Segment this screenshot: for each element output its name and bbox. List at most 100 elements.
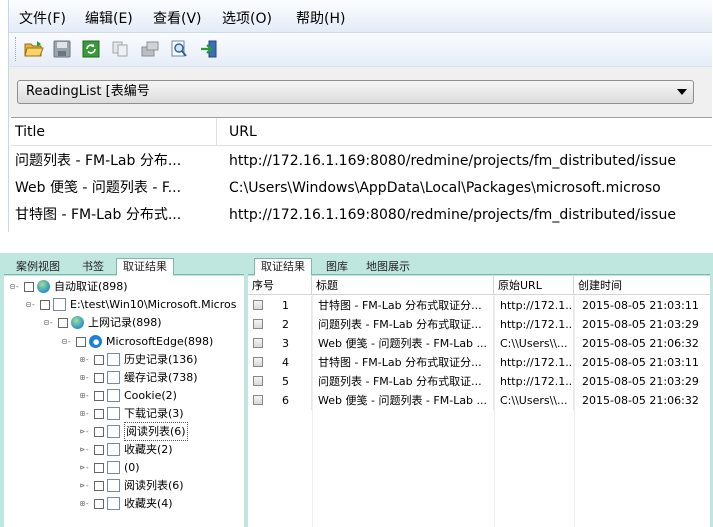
exit-button[interactable]	[198, 38, 220, 60]
collapse-icon[interactable]: ⊟-	[62, 333, 76, 350]
refresh-button[interactable]	[80, 38, 102, 60]
node-checkbox[interactable]	[24, 281, 34, 292]
row-url: C:\Users\Windows\AppData\Local\Packages\…	[229, 180, 661, 196]
expand-icon[interactable]: ⊞-	[80, 495, 94, 512]
table-row[interactable]: 1 甘特图 - FM-Lab 分布式取证分... http://172.1...…	[248, 296, 710, 315]
tree-node-downloads[interactable]: ⊞- 下载记录(3)	[80, 405, 184, 422]
results-grid-header: 序号 标题 原始URL 创建时间	[248, 276, 710, 295]
file-icon	[107, 371, 120, 384]
tree-node-label: 缓存记录(738)	[124, 371, 198, 384]
column-header-created-time[interactable]: 创建时间	[574, 276, 710, 295]
node-checkbox[interactable]	[40, 299, 50, 310]
tree-node-auto-forensics[interactable]: ⊟- 自动取证(898)	[10, 278, 128, 295]
globe-icon	[37, 280, 50, 293]
table-row[interactable]: 2 问题列表 - FM-Lab 分布式取证... http://172.1...…	[248, 315, 710, 334]
column-header-title[interactable]: Title	[11, 118, 217, 146]
tree-node-empty[interactable]: ⊳- (0)	[80, 459, 140, 476]
search-doc-button[interactable]	[168, 38, 190, 60]
tree-node-cookie[interactable]: ⊞- Cookie(2)	[80, 387, 177, 404]
row-checkbox[interactable]	[253, 300, 263, 310]
node-checkbox[interactable]	[94, 390, 104, 401]
table-row[interactable]: 5 问题列表 - FM-Lab 分布式取证... http://172.1...…	[248, 372, 710, 391]
collapse-icon[interactable]: ⊟-	[26, 296, 40, 313]
menu-options[interactable]: 选项(O)	[222, 9, 272, 29]
open-folder-button[interactable]	[23, 38, 45, 60]
expand-icon[interactable]: ⊞-	[80, 405, 94, 422]
expand-icon[interactable]: ⊳-	[80, 441, 94, 458]
save-button[interactable]	[51, 38, 73, 60]
tree-node-favorites[interactable]: ⊳- 收藏夹(2)	[80, 441, 173, 458]
expand-icon[interactable]: ⊳-	[80, 477, 94, 494]
row-url: C:\\Users\\...	[496, 391, 574, 410]
tree-node-history[interactable]: ⊞- 历史记录(136)	[80, 351, 198, 368]
table-row[interactable]: Web 便笺 - 问题列表 - F... C:\Users\Windows\Ap…	[11, 175, 712, 202]
node-checkbox[interactable]	[76, 336, 86, 347]
node-checkbox[interactable]	[94, 480, 104, 491]
tree-node-reading-list[interactable]: ⊳- 阅读列表(6)	[80, 422, 188, 441]
menu-edit[interactable]: 编辑(E)	[85, 9, 133, 29]
menu-file[interactable]: 文件(F)	[19, 9, 66, 29]
open-folder-icon	[24, 41, 44, 57]
tree-node-reading-list-2[interactable]: ⊳- 阅读列表(6)	[80, 477, 184, 494]
column-header-original-url[interactable]: 原始URL	[494, 276, 574, 295]
file-icon	[53, 298, 66, 311]
node-checkbox[interactable]	[94, 372, 104, 383]
expand-icon[interactable]: ⊞-	[80, 351, 94, 368]
tree-node-favorites-2[interactable]: ⊞- 收藏夹(4)	[80, 495, 173, 512]
table-row[interactable]: 问题列表 - FM-Lab 分布... http://172.16.1.169:…	[11, 148, 712, 175]
tree-node-cache[interactable]: ⊞- 缓存记录(738)	[80, 369, 198, 386]
tab-map-view[interactable]: 地图展示	[360, 259, 416, 276]
row-checkbox[interactable]	[253, 338, 263, 348]
globe-icon	[71, 316, 84, 329]
tree-node-source-path[interactable]: ⊟- E:\test\Win10\Microsoft.Micros	[26, 296, 236, 313]
reading-list-grid: Title URL 问题列表 - FM-Lab 分布... http://172…	[11, 117, 712, 232]
table-row[interactable]: 4 甘特图 - FM-Lab 分布式取证分... http://172.1...…	[248, 353, 710, 372]
node-checkbox[interactable]	[94, 444, 104, 455]
tab-evidence-results[interactable]: 取证结果	[116, 258, 174, 276]
node-checkbox[interactable]	[94, 462, 104, 473]
expand-icon[interactable]: ⊞-	[80, 369, 94, 386]
file-icon	[107, 353, 120, 366]
tree-node-label: 自动取证(898)	[54, 280, 128, 293]
column-header-title[interactable]: 标题	[312, 276, 494, 295]
column-header-index[interactable]: 序号	[248, 276, 312, 295]
table-row[interactable]: 甘特图 - FM-Lab 分布式... http://172.16.1.169:…	[11, 202, 712, 229]
file-icon	[107, 461, 120, 474]
table-row[interactable]: 6 Web 便笺 - 问题列表 - FM-Lab ... C:\\Users\\…	[248, 391, 710, 410]
tab-bookmarks[interactable]: 书签	[76, 259, 110, 276]
file-icon	[107, 425, 120, 438]
copy-button[interactable]	[109, 38, 131, 60]
table-selector-dropdown[interactable]: ReadingList [表编号	[17, 80, 694, 104]
row-title: 甘特图 - FM-Lab 分布式取证分...	[314, 296, 494, 315]
expand-icon[interactable]: ⊞-	[80, 387, 94, 404]
row-checkbox[interactable]	[253, 376, 263, 386]
edge-browser-icon	[89, 335, 102, 348]
grid-header: Title URL	[11, 118, 712, 146]
expand-icon[interactable]: ⊳-	[80, 423, 94, 440]
node-checkbox[interactable]	[94, 498, 104, 509]
row-checkbox[interactable]	[253, 319, 263, 329]
tab-case-view[interactable]: 案例视图	[10, 259, 66, 276]
row-checkbox[interactable]	[253, 357, 263, 367]
row-checkbox[interactable]	[253, 395, 263, 405]
node-checkbox[interactable]	[94, 408, 104, 419]
node-checkbox[interactable]	[58, 317, 68, 328]
tree-node-internet-records[interactable]: ⊟- 上网记录(898)	[44, 314, 162, 331]
expand-icon[interactable]: ⊳-	[80, 459, 94, 476]
menu-view[interactable]: 查看(V)	[153, 9, 202, 29]
row-title: 甘特图 - FM-Lab 分布式...	[15, 207, 182, 223]
tree-node-microsoft-edge[interactable]: ⊟- MicrosoftEdge(898)	[62, 333, 213, 350]
column-header-url[interactable]: URL	[219, 118, 712, 146]
node-checkbox[interactable]	[94, 354, 104, 365]
collapse-icon[interactable]: ⊟-	[44, 314, 58, 331]
node-checkbox[interactable]	[94, 426, 104, 437]
collapse-icon[interactable]: ⊟-	[10, 278, 24, 295]
export-button[interactable]	[139, 38, 161, 60]
menu-help[interactable]: 帮助(H)	[296, 9, 345, 29]
row-title: 问题列表 - FM-Lab 分布式取证...	[314, 315, 494, 334]
table-row[interactable]: 3 Web 便笺 - 问题列表 - FM-Lab ... C:\\Users\\…	[248, 334, 710, 353]
tab-gallery[interactable]: 图库	[320, 259, 354, 276]
row-index: 1	[278, 296, 312, 315]
reading-list-window: 文件(F) 编辑(E) 查看(V) 选项(O) 帮助(H) ReadingLis…	[8, 0, 712, 232]
tab-results[interactable]: 取证结果	[254, 258, 312, 276]
